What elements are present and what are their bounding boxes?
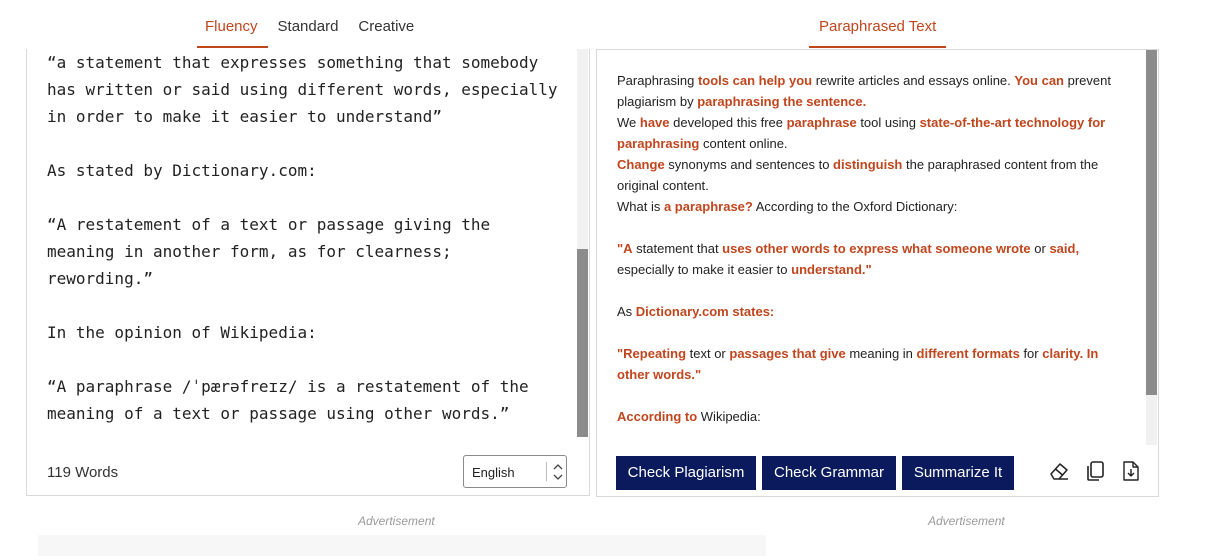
changed-phrase[interactable]: "Repeating <box>617 346 686 361</box>
language-select-divider <box>546 462 547 481</box>
output-paragraph: "Repeating text or passages that give me… <box>617 343 1132 385</box>
eraser-icon[interactable] <box>1048 460 1070 482</box>
changed-phrase[interactable]: said, <box>1049 241 1079 256</box>
output-paragraph: "A statement that uses other words to ex… <box>617 238 1132 280</box>
unchanged-text: meaning in <box>845 346 917 361</box>
paraphrased-output: Paraphrasing tools can help you rewrite … <box>617 70 1132 445</box>
unchanged-text: As <box>617 304 636 319</box>
unchanged-text: We <box>617 115 640 130</box>
check-plagiarism-button[interactable]: Check Plagiarism <box>616 456 756 490</box>
input-textarea[interactable]: “a statement that expresses something th… <box>47 49 567 449</box>
changed-phrase[interactable]: understand." <box>791 262 872 277</box>
unchanged-text: content online. <box>699 136 788 151</box>
output-scrollbar-thumb[interactable] <box>1146 50 1157 395</box>
changed-phrase[interactable]: According to <box>617 409 697 424</box>
unchanged-text: Wikipedia: <box>697 409 761 424</box>
changed-phrase[interactable]: distinguish <box>833 157 902 172</box>
language-select-value: English <box>472 465 515 480</box>
download-icon[interactable] <box>1120 460 1142 482</box>
changed-phrase[interactable]: different formats <box>917 346 1020 361</box>
tab-paraphrased-text[interactable]: Paraphrased Text <box>808 0 947 48</box>
changed-phrase[interactable]: a paraphrase? <box>664 199 753 214</box>
unchanged-text: According to the Oxford Dictionary: <box>752 199 958 214</box>
unchanged-text: for <box>1019 346 1043 361</box>
unchanged-text: developed this free <box>669 115 787 130</box>
unchanged-text: statement that <box>632 241 723 256</box>
changed-phrase[interactable]: paraphrase <box>787 115 857 130</box>
changed-phrase[interactable]: tools can help you <box>698 73 812 88</box>
tab-fluency[interactable]: Fluency <box>197 0 267 48</box>
output-paragraph: What is a paraphrase? According to the O… <box>617 196 1132 217</box>
output-paragraph: As Dictionary.com states: <box>617 301 1132 322</box>
output-blank-line <box>617 217 1132 238</box>
output-blank-line <box>617 280 1132 301</box>
output-blank-line <box>617 385 1132 406</box>
unchanged-text: especially to make it easier to <box>617 262 792 277</box>
input-panel: “a statement that expresses something th… <box>26 49 590 496</box>
unchanged-text: synonyms and sentences to <box>664 157 834 172</box>
unchanged-text: Paraphrasing <box>617 73 698 88</box>
output-tabs: Paraphrased Text <box>808 0 956 48</box>
summarize-button[interactable]: Summarize It <box>902 456 1014 490</box>
language-select[interactable]: English <box>463 455 567 488</box>
output-paragraph: Paraphrasing tools can help you rewrite … <box>617 70 1132 112</box>
changed-phrase[interactable]: have <box>640 115 670 130</box>
tab-standard[interactable]: Standard <box>278 0 339 48</box>
chevron-updown-icon <box>553 464 563 480</box>
output-panel: Paraphrasing tools can help you rewrite … <box>596 49 1159 497</box>
check-grammar-button[interactable]: Check Grammar <box>762 456 896 490</box>
input-scrollbar-thumb[interactable] <box>577 249 588 437</box>
changed-phrase[interactable]: Change <box>617 157 665 172</box>
output-paragraph: Change synonyms and sentences to disting… <box>617 154 1132 196</box>
changed-phrase[interactable]: Dictionary.com states: <box>636 304 774 319</box>
changed-phrase[interactable]: uses other words to express what someone… <box>722 241 1030 256</box>
mode-tabs: Fluency Standard Creative <box>197 0 434 48</box>
unchanged-text: rewrite articles and essays online. <box>812 73 1015 88</box>
changed-phrase[interactable]: paraphrasing the sentence. <box>697 94 866 109</box>
unchanged-text: tool using <box>856 115 920 130</box>
changed-phrase[interactable]: passages that give <box>729 346 845 361</box>
advertisement-label-left: Advertisement <box>358 514 435 528</box>
copy-icon[interactable] <box>1084 460 1106 482</box>
word-count: 119 Words <box>47 464 119 481</box>
advertisement-label-right: Advertisement <box>928 514 1005 528</box>
output-paragraph: We have developed this free paraphrase t… <box>617 112 1132 154</box>
unchanged-text: What is <box>617 199 664 214</box>
changed-phrase[interactable]: "A <box>617 241 633 256</box>
advertisement-banner[interactable] <box>38 535 766 556</box>
output-blank-line <box>617 322 1132 343</box>
output-paragraph: According to Wikipedia: <box>617 406 1132 427</box>
changed-phrase[interactable]: You can <box>1014 73 1064 88</box>
unchanged-text: or <box>1030 241 1050 256</box>
unchanged-text: text or <box>686 346 730 361</box>
tab-creative[interactable]: Creative <box>358 0 414 48</box>
